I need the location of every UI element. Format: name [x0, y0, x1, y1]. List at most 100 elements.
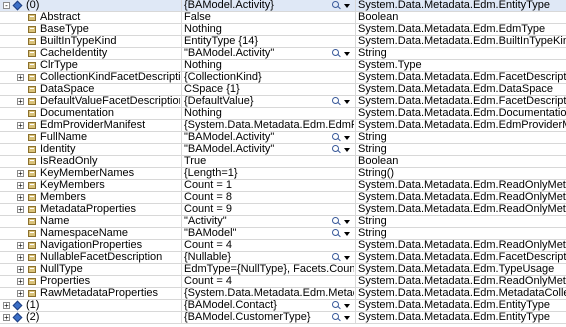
expand-icon[interactable]: +	[17, 266, 24, 274]
property-icon	[27, 145, 37, 154]
value-cell[interactable]: Count = 4	[181, 240, 354, 251]
expand-icon[interactable]: +	[17, 122, 24, 130]
expand-icon[interactable]: +	[17, 254, 24, 262]
grid-row[interactable]: DataSpace CSpace {1} System.Data.Metadata.…	[0, 84, 566, 96]
dropdown-arrow-icon[interactable]	[344, 100, 350, 104]
expand-icon[interactable]: +	[17, 278, 24, 286]
value-cell[interactable]: EdmType={NullType}, Facets.Count=2	[181, 264, 354, 275]
row-type: String	[358, 228, 387, 239]
expand-icon[interactable]: +	[17, 242, 24, 250]
value-cell[interactable]: "BAModel.Activity"	[181, 132, 354, 143]
value-cell[interactable]: {Nullable}	[181, 252, 354, 263]
grid-row[interactable]: + DefaultValueFacetDescription {DefaultVal…	[0, 96, 566, 108]
grid-row[interactable]: - (0) {BAModel.Activity} System.Data.Metada…	[0, 0, 566, 12]
grid-row[interactable]: Name "Activity" String	[0, 216, 566, 228]
dropdown-arrow-icon[interactable]	[344, 304, 350, 308]
grid-row[interactable]: + (1) {BAModel.Contact} System.Data.Metadat…	[0, 300, 566, 312]
row-type: Boolean	[358, 12, 399, 23]
grid-row[interactable]: Abstract False Boolean	[0, 12, 566, 24]
grid-row[interactable]: FullName "BAModel.Activity" String	[0, 132, 566, 144]
value-cell[interactable]: {BAModel.Activity}	[181, 0, 354, 11]
value-cell[interactable]: Count = 8	[181, 192, 354, 203]
type-cell: System.Data.Metadata.Edm.EntityType	[355, 0, 566, 11]
magnifier-icon[interactable]	[332, 145, 341, 154]
grid-row[interactable]: + RawMetadataProperties {System.Data.Metad…	[0, 288, 566, 300]
expand-icon[interactable]: +	[3, 314, 10, 322]
value-cell[interactable]: {Length=1}	[181, 168, 354, 179]
grid-row[interactable]: + NavigationProperties Count = 4 System.Dat…	[0, 240, 566, 252]
value-cell[interactable]: "BAModel.Activity"	[181, 48, 354, 59]
grid-row[interactable]: ClrType Nothing System.Type	[0, 60, 566, 72]
grid-row[interactable]: + Properties Count = 4 System.Data.Metadata…	[0, 276, 566, 288]
grid-row[interactable]: + Members Count = 8 System.Data.Metadata.Ed…	[0, 192, 566, 204]
dropdown-arrow-icon[interactable]	[344, 148, 350, 152]
value-cell[interactable]: {CollectionKind}	[181, 72, 354, 83]
dropdown-arrow-icon[interactable]	[344, 220, 350, 224]
row-value: "BAModel.Activity"	[184, 132, 275, 143]
row-value: {BAModel.CustomerType}	[184, 312, 311, 323]
row-type: System.Data.Metadata.Edm.EdmProviderMani…	[358, 120, 566, 131]
row-type: System.Data.Metadata.Edm.TypeUsage	[358, 264, 555, 275]
expand-icon[interactable]: +	[17, 74, 24, 82]
grid-row[interactable]: BuiltInTypeKind EntityType {14} System.Dat…	[0, 36, 566, 48]
value-cell[interactable]: True	[181, 156, 354, 167]
value-cell[interactable]: False	[181, 12, 354, 23]
expand-icon[interactable]: +	[17, 206, 24, 214]
dropdown-arrow-icon[interactable]	[344, 136, 350, 140]
grid-row[interactable]: + (2) {BAModel.CustomerType} System.Data.Me…	[0, 312, 566, 324]
magnifier-icon[interactable]	[332, 217, 341, 226]
value-cell[interactable]: {System.Data.Metadata.Edm.EdmProviderM	[181, 120, 354, 131]
grid-row[interactable]: BaseType Nothing System.Data.Metadata.Edm.…	[0, 24, 566, 36]
name-cell: Identity	[0, 144, 180, 155]
grid-row[interactable]: + EdmProviderManifest {System.Data.Metadat…	[0, 120, 566, 132]
magnifier-icon[interactable]	[332, 301, 341, 310]
magnifier-icon[interactable]	[332, 97, 341, 106]
grid-row[interactable]: + NullType EdmType={NullType}, Facets.Coun…	[0, 264, 566, 276]
magnifier-icon[interactable]	[332, 133, 341, 142]
property-icon	[27, 169, 37, 178]
value-cell[interactable]: Count = 1	[181, 180, 354, 191]
value-cell[interactable]: "Activity"	[181, 216, 354, 227]
grid-row[interactable]: + MetadataProperties Count = 9 System.Data.…	[0, 204, 566, 216]
grid-row[interactable]: + KeyMemberNames {Length=1} String()	[0, 168, 566, 180]
value-cell[interactable]: Nothing	[181, 24, 354, 35]
expand-icon[interactable]: +	[17, 194, 24, 202]
dropdown-arrow-icon[interactable]	[344, 52, 350, 56]
magnifier-icon[interactable]	[332, 253, 341, 262]
value-cell[interactable]: Count = 9	[181, 204, 354, 215]
dropdown-arrow-icon[interactable]	[344, 316, 350, 320]
grid-row[interactable]: + NullableFacetDescription {Nullable} Syste…	[0, 252, 566, 264]
value-cell[interactable]: Count = 4	[181, 276, 354, 287]
expand-icon[interactable]: +	[3, 302, 10, 310]
grid-row[interactable]: CacheIdentity "BAModel.Activity" String	[0, 48, 566, 60]
dropdown-arrow-icon[interactable]	[344, 256, 350, 260]
value-cell[interactable]: CSpace {1}	[181, 84, 354, 95]
value-cell[interactable]: Nothing	[181, 60, 354, 71]
value-cell[interactable]: Nothing	[181, 108, 354, 119]
magnifier-icon[interactable]	[332, 49, 341, 58]
value-cell[interactable]: {BAModel.Contact}	[181, 300, 354, 311]
value-cell[interactable]: {BAModel.CustomerType}	[181, 312, 354, 323]
grid-row[interactable]: Identity "BAModel.Activity" String	[0, 144, 566, 156]
magnifier-icon[interactable]	[332, 229, 341, 238]
expand-icon[interactable]: +	[17, 170, 24, 178]
expand-icon[interactable]: +	[17, 98, 24, 106]
row-value: Nothing	[184, 60, 222, 71]
grid-row[interactable]: Documentation Nothing System.Data.Metadata…	[0, 108, 566, 120]
grid-row[interactable]: + CollectionKindFacetDescription {Collecti…	[0, 72, 566, 84]
value-cell[interactable]: {DefaultValue}	[181, 96, 354, 107]
grid-row[interactable]: NamespaceName "BAModel" String	[0, 228, 566, 240]
value-cell[interactable]: EntityType {14}	[181, 36, 354, 47]
grid-row[interactable]: + KeyMembers Count = 1 System.Data.Metadata…	[0, 180, 566, 192]
value-cell[interactable]: {System.Data.Metadata.Edm.MetadataProp	[181, 288, 354, 299]
value-cell[interactable]: "BAModel.Activity"	[181, 144, 354, 155]
expand-icon[interactable]: +	[17, 182, 24, 190]
magnifier-icon[interactable]	[332, 313, 341, 322]
dropdown-arrow-icon[interactable]	[344, 232, 350, 236]
magnifier-icon[interactable]	[332, 1, 341, 10]
expand-icon[interactable]: +	[17, 290, 24, 298]
collapse-icon[interactable]: -	[3, 2, 10, 10]
dropdown-arrow-icon[interactable]	[344, 4, 350, 8]
grid-row[interactable]: IsReadOnly True Boolean	[0, 156, 566, 168]
value-cell[interactable]: "BAModel"	[181, 228, 354, 239]
